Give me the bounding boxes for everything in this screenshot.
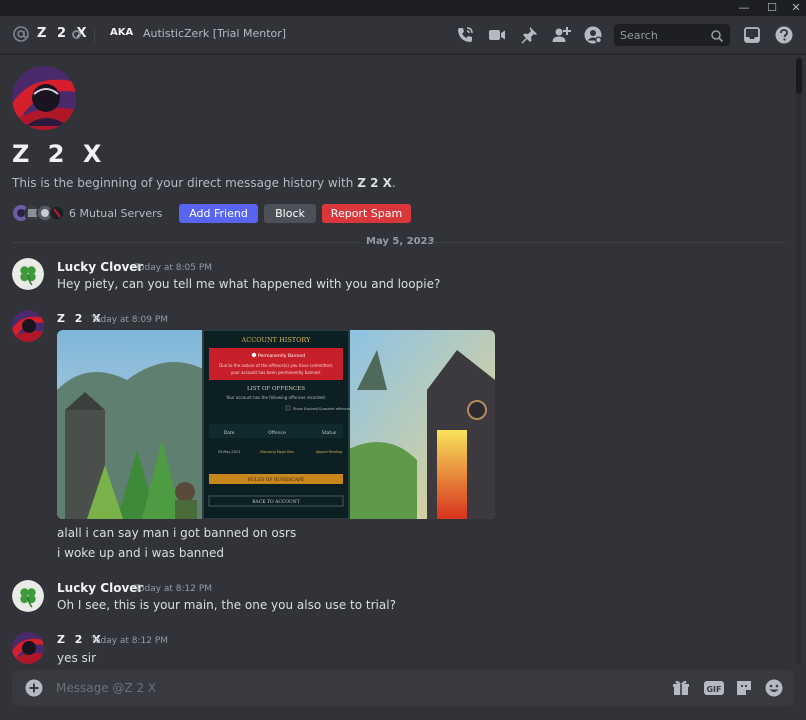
show-expired-checkbox-label: Show Expired/Quashed offences: [293, 407, 351, 411]
lucky-clover-avatar[interactable]: [12, 580, 44, 612]
message-timestamp: Today at 8:09 PM: [91, 315, 169, 325]
account-history-title: ACCOUNT HISTORY: [241, 336, 312, 344]
mutual-servers-link[interactable]: 6 Mutual Servers: [69, 207, 162, 220]
offence-status: Appeal Pending: [316, 450, 342, 454]
gift-icon[interactable]: [671, 678, 691, 698]
call-icon[interactable]: [455, 25, 475, 45]
lucky-clover-avatar[interactable]: [12, 258, 44, 290]
message-text: i woke up and i was banned: [57, 546, 225, 560]
z2x-avatar[interactable]: [12, 632, 44, 664]
back-to-account-button: BACK TO ACCOUNT: [252, 499, 299, 505]
message-text: Oh I see, this is your main, the one you…: [57, 598, 396, 612]
message-timestamp: Today at 8:12 PM: [135, 584, 213, 594]
column-offence: Offence: [268, 430, 286, 436]
message-author[interactable]: Lucky Clover: [57, 581, 143, 595]
message-text: yes sir: [57, 651, 97, 665]
intro-text-prefix: This is the beginning of your direct mes…: [12, 176, 358, 190]
message-composer[interactable]: Message @Z 2 X GIF: [12, 670, 794, 706]
svg-text:GIF: GIF: [706, 685, 721, 694]
offline-status-icon: [72, 30, 81, 39]
help-icon[interactable]: [774, 25, 794, 45]
message-author[interactable]: Lucky Clover: [57, 260, 143, 274]
sticker-icon[interactable]: [734, 678, 754, 698]
profile-name: Z 2 X: [12, 140, 107, 168]
aka-label: AKA: [110, 27, 134, 38]
message-scrollbar[interactable]: [796, 58, 802, 664]
dm-history-intro: This is the beginning of your direct mes…: [12, 176, 396, 190]
aka-nickname: AutisticZerk [Trial Mentor]: [143, 27, 287, 40]
offence-type: Macroing Major Ban: [260, 450, 294, 454]
date-divider-line-left: [12, 242, 362, 243]
banner-title: Permanently Banned: [258, 353, 305, 359]
user-profile-icon[interactable]: [583, 25, 603, 45]
gif-icon[interactable]: GIF: [703, 678, 725, 698]
search-bar[interactable]: Search: [614, 24, 730, 46]
image-attachment[interactable]: ACCOUNT HISTORY Permanently Banned Due t…: [57, 330, 495, 519]
dm-username[interactable]: Z 2 X: [37, 26, 90, 41]
profile-avatar[interactable]: [12, 66, 76, 130]
banner-line-1: Due to the nature of the offence(s) you …: [219, 363, 333, 368]
offences-list-subtitle: Your account has the following offences …: [225, 395, 326, 400]
intro-text-name: Z 2 X: [357, 176, 392, 190]
scrollbar-thumb[interactable]: [796, 58, 802, 94]
minimize-button[interactable]: —: [730, 0, 758, 16]
attach-plus-icon[interactable]: [25, 679, 43, 697]
add-friends-to-dm-icon[interactable]: [551, 25, 571, 45]
pin-icon[interactable]: [519, 25, 539, 45]
offence-date: 05-May-2023: [218, 450, 240, 454]
video-call-icon[interactable]: [487, 25, 507, 45]
offences-list-title: LIST OF OFFENCES: [247, 386, 305, 392]
block-button[interactable]: Block: [264, 204, 316, 223]
inbox-icon[interactable]: [742, 25, 762, 45]
message-input[interactable]: Message @Z 2 X: [56, 681, 156, 695]
search-icon: [710, 28, 724, 43]
search-placeholder: Search: [620, 29, 658, 42]
banner-line-2: your account has been permanently banned…: [231, 370, 321, 375]
date-divider: May 5, 2023: [366, 236, 435, 247]
emoji-icon[interactable]: [764, 678, 784, 698]
message-timestamp: Today at 8:05 PM: [135, 263, 213, 273]
channel-header: Z 2 X AKA AutisticZerk [Trial Mentor] Se…: [0, 16, 806, 54]
message-timestamp: Today at 8:12 PM: [91, 636, 169, 646]
intro-text-suffix: .: [391, 176, 396, 190]
dm-at-icon: [12, 25, 30, 43]
column-status: Status: [322, 430, 337, 436]
window-titlebar: — ☐ ✕: [0, 0, 806, 16]
column-date: Date: [224, 430, 235, 436]
add-friend-button[interactable]: Add Friend: [179, 204, 258, 223]
message-text: Hey piety, can you tell me what happened…: [57, 277, 441, 291]
report-spam-button[interactable]: Report Spam: [322, 204, 411, 223]
date-divider-line-right: [432, 242, 786, 243]
message-text: alall i can say man i got banned on osrs: [57, 526, 297, 540]
header-divider: [94, 27, 95, 43]
rules-of-runescape-button: RULES OF RUNESCAPE: [248, 477, 305, 483]
close-button[interactable]: ✕: [782, 0, 806, 16]
mutual-server-icons[interactable]: [12, 204, 65, 222]
z2x-avatar[interactable]: [12, 310, 44, 342]
